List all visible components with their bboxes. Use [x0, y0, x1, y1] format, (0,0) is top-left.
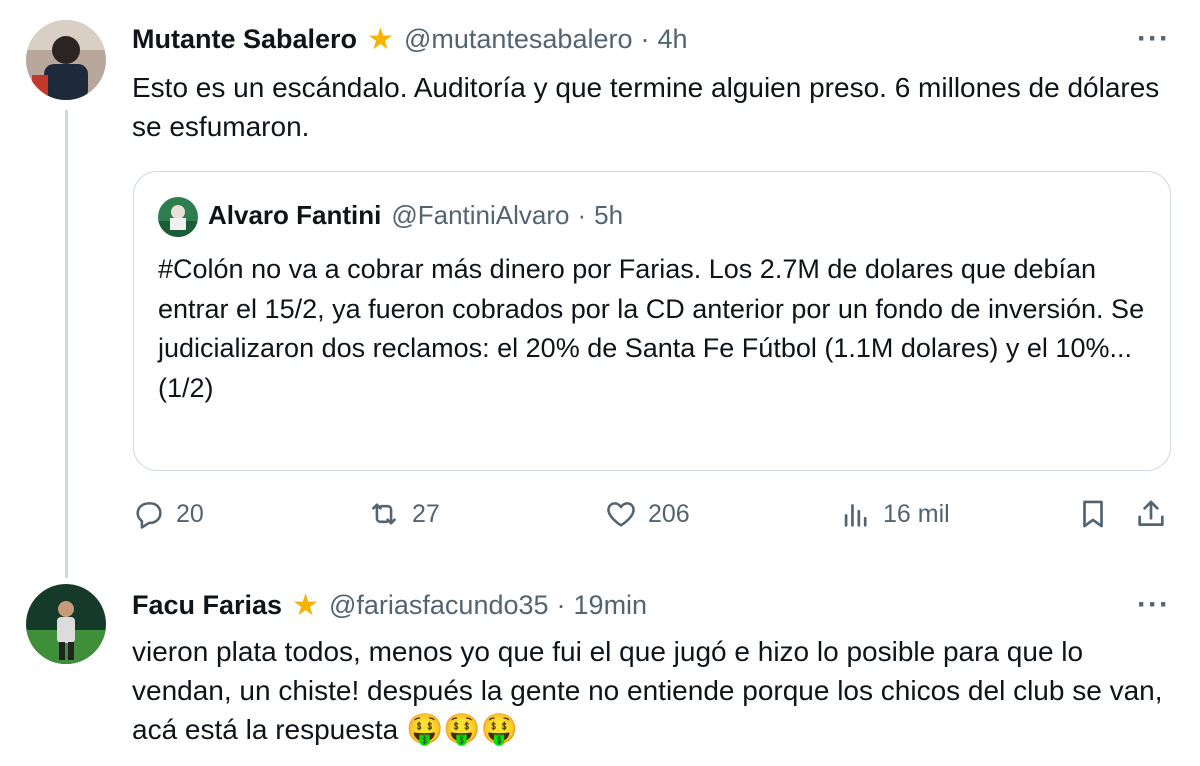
timestamp[interactable]: 4h [658, 24, 688, 55]
more-options-icon[interactable]: ··· [1137, 588, 1170, 622]
timestamp[interactable]: 19min [574, 590, 648, 621]
share-icon [1138, 500, 1164, 526]
repost-count: 27 [412, 499, 440, 528]
quoted-display-name[interactable]: Alvaro Fantini [208, 200, 381, 231]
views-count: 16 mil [883, 499, 950, 528]
avatar[interactable] [26, 20, 106, 100]
like-count: 206 [648, 499, 690, 528]
tweet-header: Facu Farias ★ @fariasfacundo35 · 19min [132, 590, 647, 621]
quoted-continuation: (1/2) [158, 372, 214, 403]
star-badge-icon: ★ [292, 588, 319, 622]
tweet-main[interactable]: Mutante Sabalero ★ @mutantesabalero · 4h… [0, 0, 1200, 570]
bookmark-icon [1083, 500, 1103, 528]
tweet-text: vieron plata todos, menos yo que fui el … [132, 636, 1163, 745]
user-handle[interactable]: @fariasfacundo35 [329, 590, 549, 621]
display-name[interactable]: Mutante Sabalero [132, 24, 357, 55]
repost-icon [372, 503, 396, 525]
quoted-tweet[interactable]: Alvaro Fantini @FantiniAlvaro · 5h #Coló… [133, 171, 1171, 471]
more-options-icon[interactable]: ··· [1137, 22, 1170, 56]
avatar[interactable] [26, 584, 106, 664]
quoted-text-block: #Colón no va a cobrar más dinero por Far… [158, 250, 1148, 408]
tweet-reply[interactable]: Facu Farias ★ @fariasfacundo35 · 19min ·… [0, 570, 1200, 766]
reply-count: 20 [176, 499, 204, 528]
repost-button[interactable]: 27 [366, 497, 440, 531]
quoted-separator-dot: · [577, 200, 587, 230]
share-button[interactable] [1134, 497, 1168, 531]
bookmark-button[interactable] [1076, 497, 1110, 531]
reply-icon [136, 502, 162, 529]
quoted-user-handle[interactable]: @FantiniAlvaro [391, 200, 569, 231]
money-face-emoji: 🤑🤑🤑 [405, 712, 519, 747]
heart-icon [607, 502, 635, 527]
reply-button[interactable]: 20 [132, 497, 204, 531]
views-chart-icon [844, 504, 867, 527]
display-name[interactable]: Facu Farias [132, 590, 282, 621]
quoted-timestamp[interactable]: 5h [594, 200, 623, 231]
separator-dot: · [640, 24, 650, 54]
quoted-text: #Colón no va a cobrar más dinero por Far… [158, 254, 1145, 363]
user-handle[interactable]: @mutantesabalero [404, 24, 633, 55]
quoted-avatar[interactable] [158, 197, 198, 237]
star-badge-icon: ★ [367, 22, 394, 56]
tweet-header: Mutante Sabalero ★ @mutantesabalero · 4h [132, 24, 688, 55]
like-button[interactable]: 206 [604, 497, 690, 531]
action-bar: 20 27 206 16 mil [132, 497, 1172, 543]
views-button[interactable]: 16 mil [839, 497, 950, 531]
separator-dot: · [556, 590, 566, 620]
tweet-text-block: vieron plata todos, menos yo que fui el … [132, 632, 1172, 749]
tweet-text: Esto es un escándalo. Auditoría y que te… [132, 72, 1160, 142]
quoted-header: Alvaro Fantini @FantiniAlvaro · 5h [208, 200, 623, 231]
